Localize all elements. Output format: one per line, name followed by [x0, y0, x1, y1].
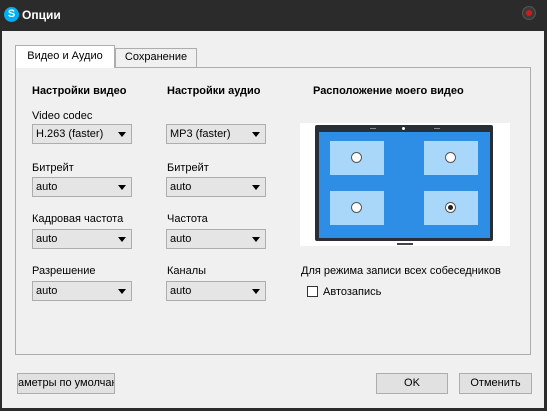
chevron-down-icon: [252, 132, 260, 137]
video-bitrate-value: auto: [36, 181, 58, 193]
position-bottom-left[interactable]: [330, 191, 384, 225]
chevron-down-icon: [118, 237, 126, 242]
channels-select[interactable]: auto: [166, 281, 266, 301]
channels-label: Каналы: [167, 265, 207, 277]
position-top-left[interactable]: [330, 141, 384, 175]
video-codec-value: H.263 (faster): [36, 128, 104, 140]
frequency-value: auto: [170, 233, 192, 245]
monitor-bezel-mark: [434, 128, 440, 129]
video-codec-label: Video codec: [32, 110, 93, 122]
cancel-button[interactable]: Отменить: [459, 373, 532, 394]
close-button[interactable]: [522, 6, 536, 20]
monitor-bezel-mark: [370, 128, 376, 129]
tab-video-audio[interactable]: Видео и Аудио: [15, 45, 115, 68]
chevron-down-icon: [252, 237, 260, 242]
framerate-select[interactable]: auto: [32, 229, 132, 249]
audio-bitrate-value: auto: [170, 181, 192, 193]
autorecord-checkbox[interactable]: [307, 286, 318, 297]
audio-codec-select[interactable]: MP3 (faster): [166, 124, 266, 144]
skype-icon: S: [4, 7, 19, 22]
resolution-value: auto: [36, 285, 58, 297]
radio-bottom-left[interactable]: [351, 202, 362, 213]
defaults-button[interactable]: аметры по умолчан: [17, 373, 115, 394]
framerate-label: Кадровая частота: [32, 213, 124, 225]
chevron-down-icon: [118, 132, 126, 137]
chevron-down-icon: [252, 289, 260, 294]
video-settings-heading: Настройки видео: [32, 85, 127, 97]
framerate-value: auto: [36, 233, 58, 245]
position-top-right[interactable]: [424, 141, 478, 175]
title-bar: S Опции: [0, 0, 547, 31]
frequency-label: Частота: [167, 213, 208, 225]
video-placement-heading: Расположение моего видео: [313, 85, 464, 97]
radio-top-right[interactable]: [445, 152, 456, 163]
chevron-down-icon: [118, 289, 126, 294]
audio-settings-heading: Настройки аудио: [167, 85, 261, 97]
tab-saving[interactable]: Сохранение: [115, 48, 197, 67]
position-bottom-right[interactable]: [424, 191, 478, 225]
channels-value: auto: [170, 285, 192, 297]
chevron-down-icon: [118, 185, 126, 190]
audio-bitrate-select[interactable]: auto: [166, 177, 266, 197]
video-codec-select[interactable]: H.263 (faster): [32, 124, 132, 144]
resolution-label: Разрешение: [32, 265, 96, 277]
video-bitrate-label: Битрейт: [32, 162, 74, 174]
autorecord-label[interactable]: Автозапись: [323, 286, 381, 298]
audio-codec-value: MP3 (faster): [170, 128, 231, 140]
resolution-select[interactable]: auto: [32, 281, 132, 301]
window-frame-left: [0, 31, 2, 411]
audio-bitrate-label: Битрейт: [167, 162, 209, 174]
monitor-stand: [397, 243, 413, 245]
all-participants-label: Для режима записи всех собеседников: [301, 265, 501, 277]
radio-top-left[interactable]: [351, 152, 362, 163]
chevron-down-icon: [252, 185, 260, 190]
ok-button[interactable]: OK: [376, 373, 448, 394]
radio-bottom-right[interactable]: [445, 202, 456, 213]
frequency-select[interactable]: auto: [166, 229, 266, 249]
video-bitrate-select[interactable]: auto: [32, 177, 132, 197]
window-title: Опции: [22, 8, 61, 22]
monitor-camera-dot: [402, 127, 405, 130]
